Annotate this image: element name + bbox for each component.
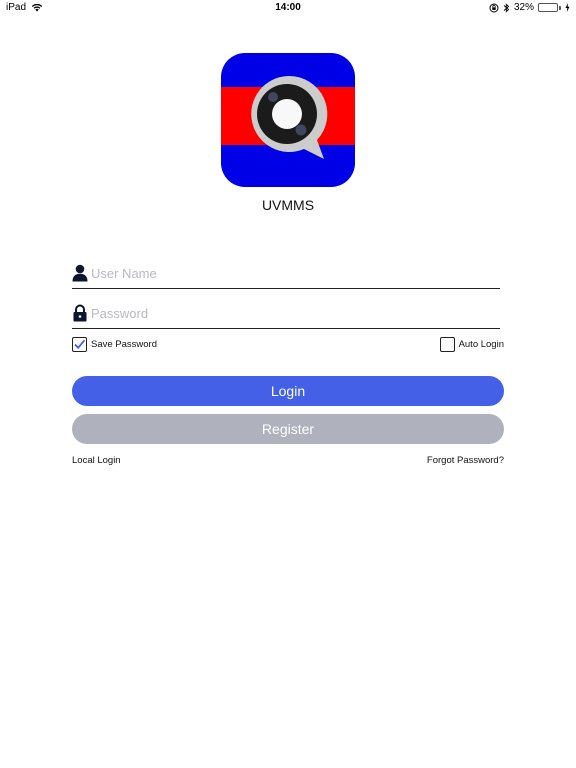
register-button[interactable]: Register xyxy=(72,414,504,444)
username-field xyxy=(72,259,500,289)
app-name: UVMMS xyxy=(261,197,315,213)
username-input[interactable] xyxy=(91,262,491,284)
local-login-link[interactable]: Local Login xyxy=(72,455,121,466)
lock-icon xyxy=(73,304,87,322)
app-logo xyxy=(221,53,355,187)
charging-icon xyxy=(565,3,570,12)
orientation-lock-icon xyxy=(489,3,499,12)
login-button[interactable]: Login xyxy=(72,376,504,406)
password-input[interactable] xyxy=(91,302,491,324)
save-password-label: Save Password xyxy=(91,339,158,350)
bluetooth-icon xyxy=(503,2,510,13)
password-field xyxy=(72,299,500,329)
save-password-checkbox[interactable] xyxy=(72,337,87,352)
checkmark-icon xyxy=(74,339,86,350)
save-password-option[interactable]: Save Password xyxy=(72,337,157,352)
auto-login-option[interactable]: Auto Login xyxy=(439,337,504,352)
auto-login-label: Auto Login xyxy=(458,339,504,350)
battery-percent: 32% xyxy=(513,2,534,13)
login-screen: iPad 14:00 32% UVMMS User Name Save Pass… xyxy=(0,0,576,768)
auto-login-checkbox[interactable] xyxy=(439,337,455,352)
forgot-password-link[interactable]: Forgot Password? xyxy=(427,455,504,466)
person-icon xyxy=(72,264,88,282)
status-right: 32% xyxy=(489,2,570,13)
battery-icon xyxy=(538,3,561,12)
status-bar: iPad 14:00 32% xyxy=(0,0,576,16)
